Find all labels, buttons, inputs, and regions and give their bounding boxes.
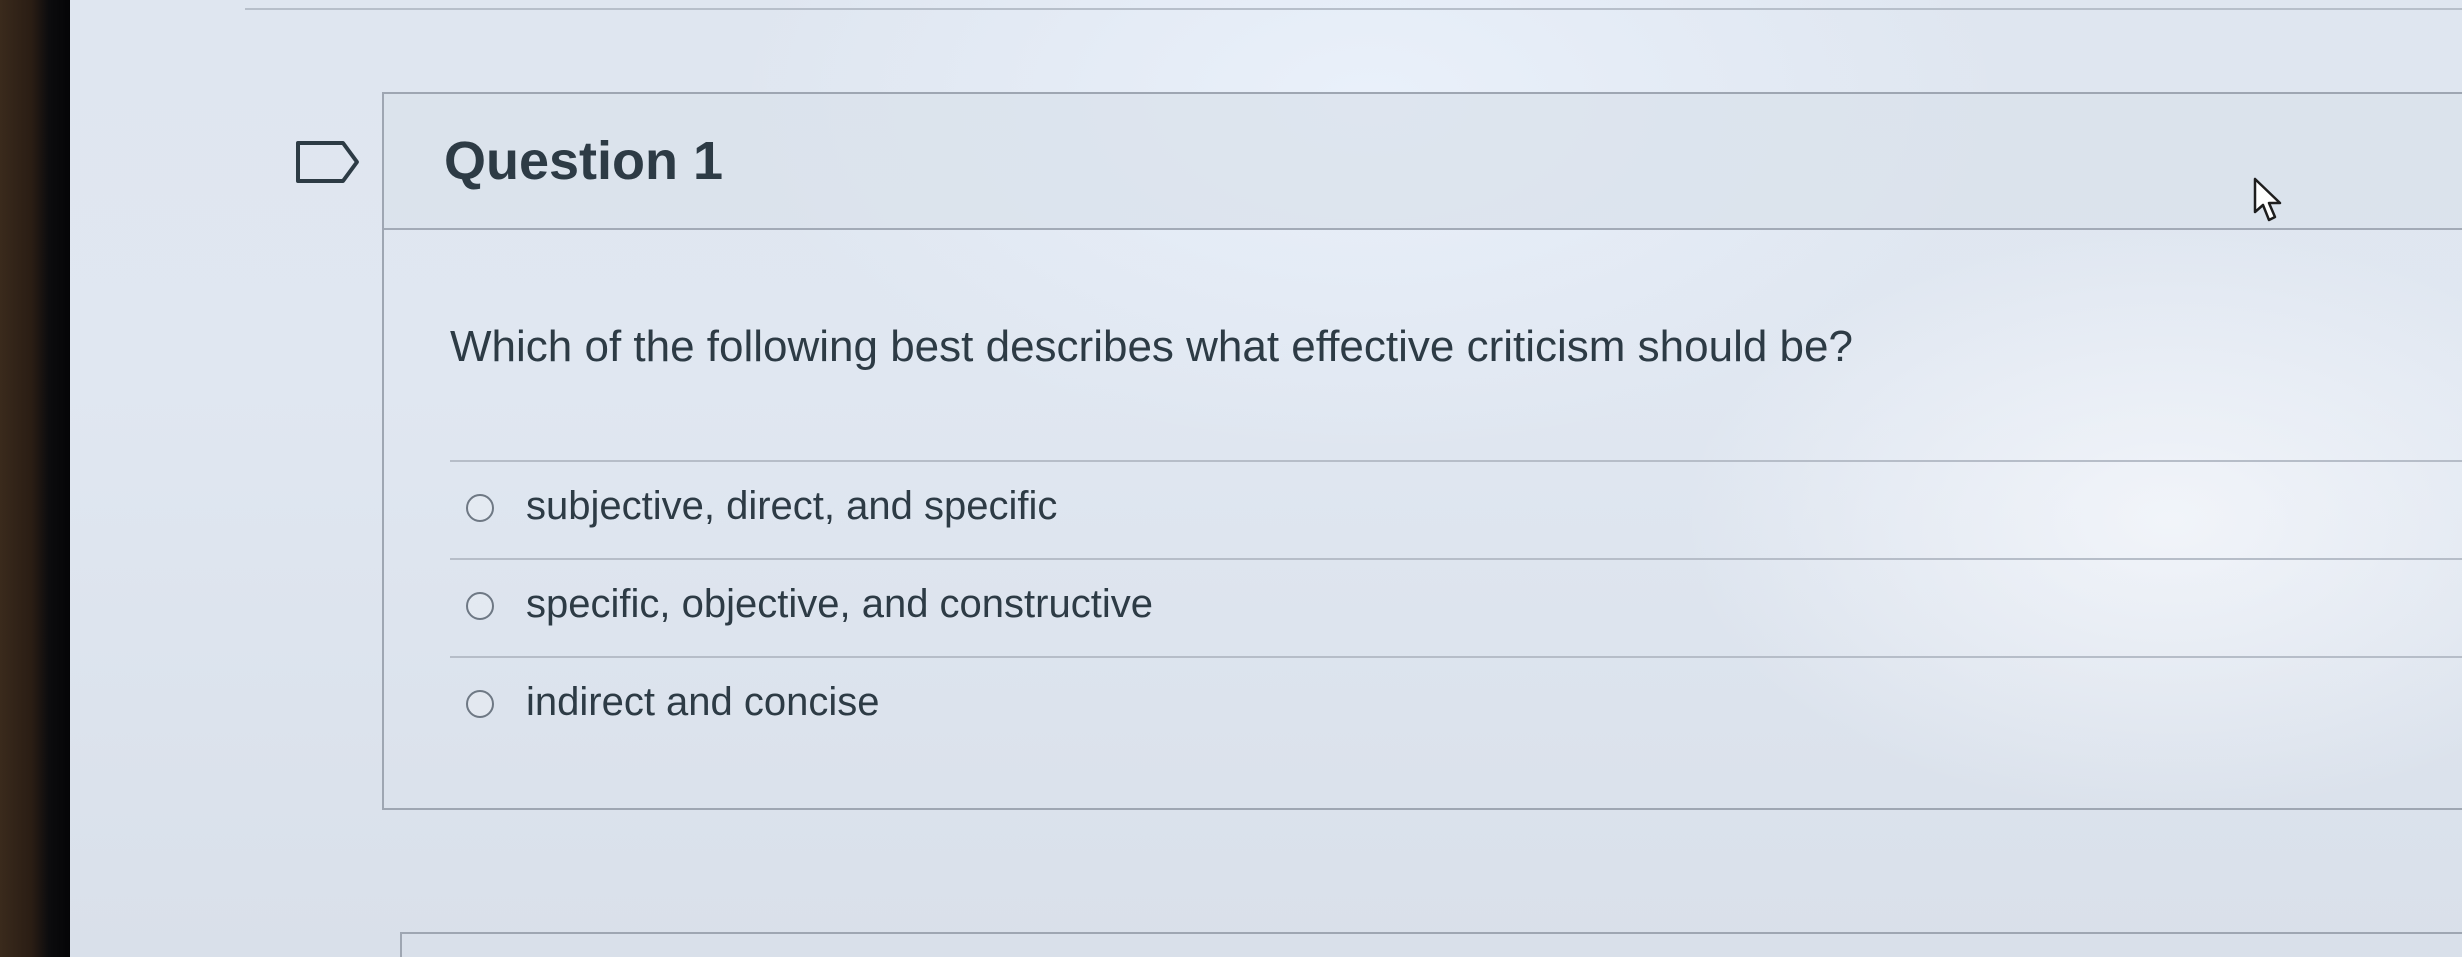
answer-option-2[interactable]: specific, objective, and constructive <box>450 558 2462 656</box>
answer-option-3[interactable]: indirect and concise <box>450 656 2462 754</box>
next-question-card <box>400 932 2462 957</box>
bookmark-flag-icon[interactable] <box>295 140 361 184</box>
radio-circle-icon[interactable] <box>466 592 494 620</box>
question-card: Question 1 Which of the following best d… <box>382 92 2462 810</box>
question-header: Question 1 <box>384 94 2462 230</box>
mouse-pointer-icon <box>2253 177 2282 222</box>
radio-circle-icon[interactable] <box>466 494 494 522</box>
top-divider <box>245 8 2462 10</box>
answer-label[interactable]: specific, objective, and constructive <box>526 582 1153 627</box>
radio-circle-icon[interactable] <box>466 690 494 718</box>
question-prompt: Which of the following best describes wh… <box>450 322 1853 371</box>
answer-label[interactable]: indirect and concise <box>526 680 880 725</box>
answer-label[interactable]: subjective, direct, and specific <box>526 484 1057 529</box>
question-title: Question 1 <box>444 131 724 191</box>
answer-option-1[interactable]: subjective, direct, and specific <box>450 460 2462 558</box>
monitor-bezel <box>0 0 70 957</box>
screen-area: Question 1 Which of the following best d… <box>70 0 2462 957</box>
answer-list: subjective, direct, and specific specifi… <box>450 460 2462 754</box>
